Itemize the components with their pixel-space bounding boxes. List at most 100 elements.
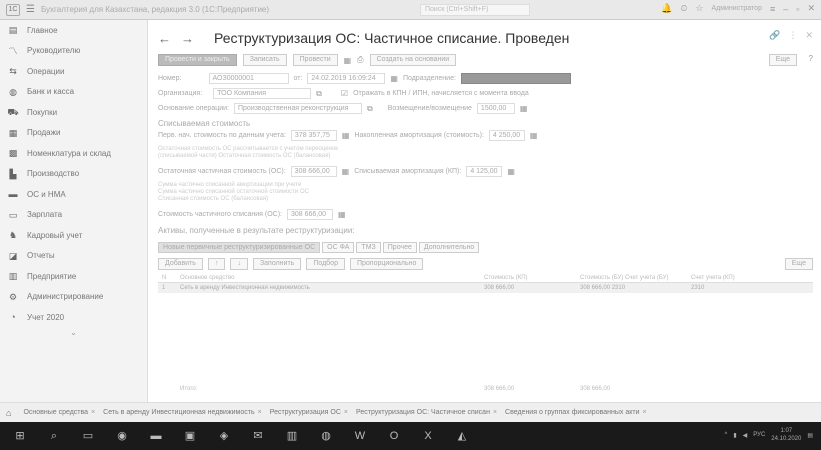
partial-cost-calc-icon[interactable]: ▦ xyxy=(338,210,346,219)
sidebar-item-0[interactable]: ▤ Главное xyxy=(0,20,147,41)
excel-icon[interactable]: X xyxy=(418,429,438,443)
reflect-checkbox[interactable]: ☑ xyxy=(341,89,348,98)
current-user[interactable]: Администратор xyxy=(711,5,762,12)
move-down-button[interactable]: ↓ xyxy=(230,258,248,270)
back-arrow-icon[interactable]: ← xyxy=(158,31,171,46)
method-select-icon[interactable]: ⧉ xyxy=(367,104,373,114)
cost-field[interactable]: 1500,00 xyxy=(476,103,515,114)
form-menu-icon[interactable]: ⋮ xyxy=(788,30,797,41)
depreciation-calc-icon[interactable]: ▦ xyxy=(530,131,538,140)
close-tab-icon[interactable]: × xyxy=(642,409,646,416)
sidebar-item-6[interactable]: ▩ Номенклатура и склад xyxy=(0,143,147,164)
form-more-button[interactable]: Еще xyxy=(768,54,797,66)
save-button[interactable]: Записать xyxy=(242,54,287,66)
notifications-icon[interactable]: 🔔 xyxy=(661,3,672,14)
add-row-button[interactable]: Добавить xyxy=(158,258,203,270)
link-icon[interactable]: 🔗 xyxy=(769,30,780,41)
column-header[interactable]: Стоимость (БУ) Счет учета (БУ) xyxy=(580,275,691,281)
subdivision-field[interactable] xyxy=(460,73,571,84)
store-icon[interactable]: ▣ xyxy=(180,429,200,443)
partial-cost-field[interactable]: 308 666,00 xyxy=(287,209,334,220)
help-button[interactable]: ? xyxy=(809,54,813,63)
chrome-icon[interactable]: ◍ xyxy=(316,429,336,443)
global-search-input[interactable]: Поиск (Ctrl+Shift+F) xyxy=(420,4,530,16)
app-1c-icon[interactable]: ◈ xyxy=(214,429,234,443)
fill-button[interactable]: Заполнить xyxy=(252,258,302,270)
sidebar-item-11[interactable]: ◪ Отчеты xyxy=(0,246,147,267)
open-window-tab[interactable]: Реструктуризация ОС: Частичное списан × xyxy=(352,409,501,416)
open-window-tab[interactable]: Реструктуризация ОС × xyxy=(266,409,352,416)
sidebar-item-2[interactable]: ⇆ Операции xyxy=(0,61,147,82)
opera-icon[interactable]: O xyxy=(384,429,404,443)
move-up-button[interactable]: ↑ xyxy=(207,258,226,270)
select-button[interactable]: Подбор xyxy=(306,258,345,270)
asset-tab-1[interactable]: ОС ФА xyxy=(322,242,355,253)
volume-icon[interactable]: ◀ xyxy=(743,432,748,439)
column-header[interactable]: Основное средство xyxy=(180,275,442,281)
sidebar-item-7[interactable]: ▙ Производство xyxy=(0,164,147,185)
mail-icon[interactable]: ✉ xyxy=(248,429,268,443)
print-icon[interactable]: ⎙ xyxy=(357,55,363,65)
asset-tab-4[interactable]: Дополнительно xyxy=(418,242,480,253)
home-icon[interactable]: ⌂ xyxy=(6,408,11,418)
open-window-tab[interactable]: Сведения о группах фиксированных акти × xyxy=(501,409,651,416)
date-field[interactable]: 24.02.2019 16:09:24 xyxy=(307,73,386,84)
number-field[interactable]: АОЗ0000001 xyxy=(208,73,289,84)
organization-field[interactable]: ТОО Компания xyxy=(213,88,312,99)
post-button[interactable]: Провести xyxy=(292,54,338,66)
close-tab-icon[interactable]: × xyxy=(493,409,497,416)
open-window-tab[interactable]: Основные средства × xyxy=(19,409,99,416)
sidebar-item-1[interactable]: 〽 Руководителю xyxy=(0,41,147,62)
explorer-icon[interactable]: ▬ xyxy=(146,429,166,443)
asset-tab-0[interactable]: Новые первичные реструктуризированные ОС xyxy=(158,242,321,253)
open-window-tab[interactable]: Сеть в аренду Инвестиционная недвижимост… xyxy=(99,409,266,416)
browser-icon[interactable]: ◉ xyxy=(112,429,132,443)
create-based-on-button[interactable]: Создать на основании xyxy=(369,54,457,66)
initial-cost-field[interactable]: 378 357,75 xyxy=(290,130,337,141)
sidebar-item-14[interactable]: ◔ Учет 2020 xyxy=(0,307,147,328)
task-view-icon[interactable]: ▭ xyxy=(78,429,98,443)
sidebar-item-3[interactable]: ◍ Банк и касса xyxy=(0,82,147,103)
search-icon[interactable]: ⌕ xyxy=(44,429,64,443)
sidebar-item-13[interactable]: ⚙ Администрирование xyxy=(0,287,147,308)
residual-amort-field[interactable]: 4 125,00 xyxy=(466,166,503,177)
column-header[interactable]: N xyxy=(158,275,180,281)
language-indicator[interactable]: РУС xyxy=(753,432,765,438)
sidebar-item-4[interactable]: ⛟ Покупки xyxy=(0,102,147,123)
word-icon[interactable]: W xyxy=(350,429,370,443)
close-tab-icon[interactable]: × xyxy=(91,409,95,416)
forward-arrow-icon[interactable]: → xyxy=(181,31,194,46)
residual-field[interactable]: 308 666,00 xyxy=(290,166,337,177)
table-row[interactable]: 1 Сеть в аренду Инвестиционная недвижимос… xyxy=(158,283,813,293)
depreciation-field[interactable]: 4 250,00 xyxy=(488,130,525,141)
hamburger-menu-icon[interactable]: ☰ xyxy=(26,4,35,15)
residual-calc-icon[interactable]: ▦ xyxy=(342,167,350,176)
distribute-button[interactable]: Пропорционально xyxy=(349,258,424,270)
sidebar-more-icon[interactable]: ⌄ xyxy=(0,328,147,337)
column-header[interactable]: Счет учета (КП) xyxy=(691,275,813,281)
sidebar-item-5[interactable]: ▦ Продажи xyxy=(0,123,147,144)
notifications-center-icon[interactable]: ▤ xyxy=(807,432,813,439)
journal-icon[interactable]: ▦ xyxy=(344,56,352,65)
calendar-icon[interactable]: ▦ xyxy=(390,74,398,83)
history-icon[interactable]: ⏲ xyxy=(680,3,687,14)
column-header[interactable]: Стоимость (КП) xyxy=(484,275,580,281)
pdf-icon[interactable]: ◭ xyxy=(452,429,472,443)
sidebar-item-10[interactable]: ♞ Кадровый учет xyxy=(0,225,147,246)
minimize-icon[interactable]: – xyxy=(783,4,788,14)
maximize-icon[interactable]: ▫ xyxy=(796,4,799,14)
sidebar-item-9[interactable]: ▭ Зарплата xyxy=(0,205,147,226)
form-close-icon[interactable]: ✕ xyxy=(805,30,813,41)
start-icon[interactable]: ⊞ xyxy=(10,429,30,443)
cost-calc-icon[interactable]: ▦ xyxy=(520,104,528,113)
network-icon[interactable]: ▮ xyxy=(733,432,736,439)
close-icon[interactable]: ✕ xyxy=(807,3,815,14)
settings-menu-icon[interactable]: ≡ xyxy=(770,4,775,14)
post-and-close-button[interactable]: Провести и закрыть xyxy=(158,54,237,66)
files-icon[interactable]: ▥ xyxy=(282,429,302,443)
sidebar-item-8[interactable]: ▬ ОС и НМА xyxy=(0,184,147,205)
close-tab-icon[interactable]: × xyxy=(344,409,348,416)
residual-amort-calc-icon[interactable]: ▦ xyxy=(507,167,515,176)
clock[interactable]: 1:07 24.10.2020 xyxy=(771,427,801,443)
table-more-button[interactable]: Еще xyxy=(784,258,813,270)
